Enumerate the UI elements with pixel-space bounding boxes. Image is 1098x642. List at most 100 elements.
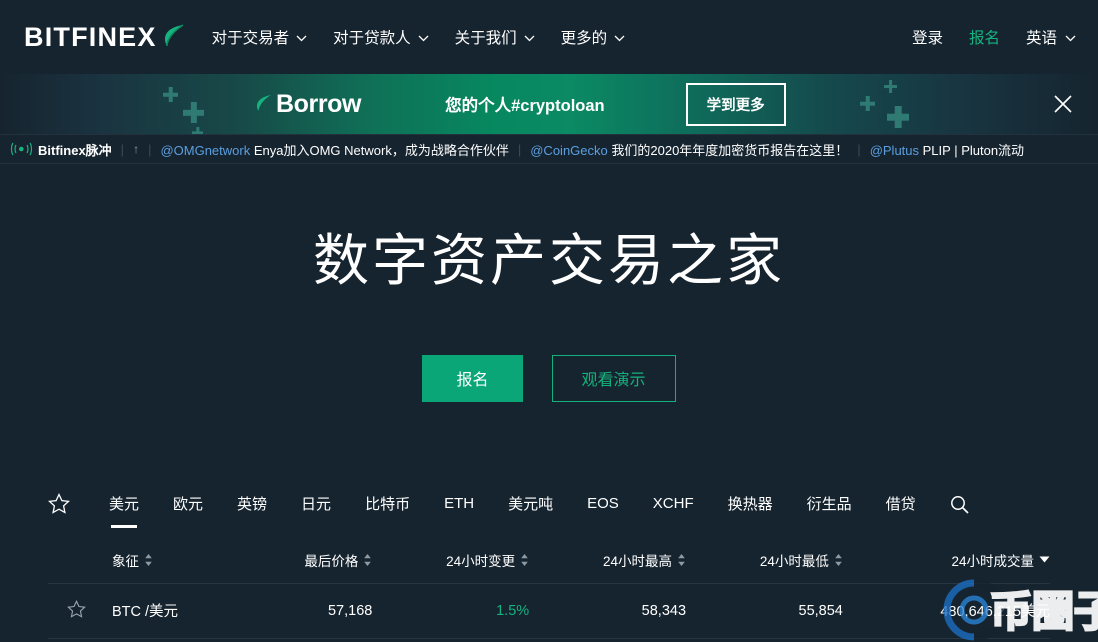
nav-item-more[interactable]: 更多的 [561, 26, 626, 48]
col-volume-24h[interactable]: 24小时成交量 [843, 542, 1050, 584]
tab-xchf[interactable]: XCHF [653, 495, 694, 520]
plus-decoration [192, 127, 203, 134]
logo-text: BITFINEX [24, 21, 157, 52]
ticker-text: Enya加入OMG Network，成为战略合作伙伴 [253, 142, 509, 158]
ticker-divider: | [120, 141, 125, 157]
col-last-price[interactable]: 最后价格 [244, 542, 372, 584]
cell-volume-24h: 480,646,215美元 [842, 582, 1050, 639]
news-ticker[interactable]: Bitfinex脉冲 | ↑ | @OMGnetwork Enya加入OMG N… [0, 134, 1098, 164]
col-high-24h[interactable]: 24小时最高 [529, 542, 686, 584]
signup-link[interactable]: 报名 [969, 26, 1000, 48]
favorite-cell[interactable] [48, 582, 104, 639]
ticker-item[interactable]: @Plutus PLIP | Pluton流动 [870, 140, 1024, 159]
page-title: 数字资产交易之家 [313, 229, 785, 292]
tab-jpy[interactable]: 日元 [301, 493, 331, 522]
tab-ust[interactable]: 美元吨 [508, 493, 553, 522]
col-label: 24小时变更 [446, 553, 516, 569]
market-table: 象征 最后价格 24小时变更 24小时最高 24小时最低 24小时成交量 BTC… [48, 542, 1050, 642]
promo-banner: Borrow 您的个人#cryptoloan 学到更多 [0, 74, 1098, 134]
watch-demo-button[interactable]: 观看演示 [551, 354, 676, 402]
cell-change-24h: 1.5% [372, 582, 530, 639]
cell-volume-24h: 247,698,723美元 [842, 637, 1050, 642]
tab-exchanger[interactable]: 换热器 [728, 493, 773, 522]
nav-label: 关于我们 [454, 30, 517, 47]
chevron-down-icon [296, 35, 307, 42]
cell-symbol: ETH /美元 [104, 637, 244, 642]
ticker-arrow: ↑ [133, 142, 140, 156]
header-actions: 登录 报名 英语 [912, 26, 1076, 48]
col-label: 24小时最高 [602, 553, 673, 569]
sort-desc-icon [1039, 556, 1050, 563]
hero-actions: 报名 观看演示 [0, 354, 1098, 402]
table-row[interactable]: BTC /美元 57,168 1.5% 58,343 55,854 480,64… [48, 582, 1050, 639]
star-icon[interactable] [48, 493, 70, 514]
bitfinex-logo[interactable]: BITFINEX [24, 22, 184, 53]
nav-item-for-traders[interactable]: 对于交易者 [212, 26, 308, 48]
main-nav: 对于交易者 对于贷款人 关于我们 更多的 [212, 26, 626, 48]
cell-last-price: 57,168 [243, 582, 373, 639]
cell-low-24h: 3,281.0 [686, 637, 843, 642]
chevron-down-icon [524, 35, 535, 42]
sort-icon [521, 553, 528, 566]
table-row[interactable]: ETH /美元 3,475.0 4.1% 3,542.0 3,281.0 247… [48, 637, 1050, 642]
ticker-item[interactable]: @OMGnetwork Enya加入OMG Network，成为战略合作伙伴 [160, 140, 508, 159]
nav-label: 更多的 [560, 30, 608, 47]
ticker-handle[interactable]: @CoinGecko [530, 143, 608, 158]
col-symbol[interactable]: 象征 [104, 542, 244, 584]
ticker-text: PLIP | Pluton流动 [922, 142, 1025, 158]
market-tabs: 美元 欧元 英镑 日元 比特币 ETH 美元吨 EOS XCHF 换热器 衍生品… [48, 480, 1050, 528]
ticker-text: 我们的2020年年度加密货币报告在这里！ [611, 142, 849, 158]
cell-symbol: BTC /美元 [104, 582, 244, 639]
chevron-down-icon [418, 35, 429, 42]
leaf-icon [164, 24, 184, 47]
learn-more-button[interactable]: 学到更多 [685, 82, 786, 126]
tab-eur[interactable]: 欧元 [173, 493, 203, 522]
ticker-item[interactable]: @CoinGecko 我们的2020年年度加密货币报告在这里！ [530, 140, 848, 159]
sort-icon [678, 553, 685, 566]
borrow-brand: Borrow [255, 89, 362, 119]
tab-eos[interactable]: EOS [587, 495, 619, 520]
col-change-24h[interactable]: 24小时变更 [372, 542, 529, 584]
col-label: 最后价格 [304, 553, 359, 569]
hero-section: 数字资产交易之家 报名 观看演示 [0, 164, 1098, 402]
col-label: 象征 [112, 553, 139, 569]
tab-derivatives[interactable]: 衍生品 [807, 493, 852, 522]
language-selector[interactable]: 英语 [1026, 26, 1076, 48]
tab-usd[interactable]: 美元 [109, 493, 139, 522]
ticker-handle[interactable]: @Plutus [870, 143, 919, 158]
favorite-cell[interactable] [48, 637, 104, 642]
nav-label: 对于贷款人 [333, 30, 411, 47]
signup-button[interactable]: 报名 [422, 354, 523, 402]
cell-change-24h: 4.1% [372, 637, 530, 642]
tab-lending[interactable]: 借贷 [886, 493, 916, 522]
site-header: BITFINEX 对于交易者 对于贷款人 关于我们 更多的 登录 报名 英语 [0, 0, 1098, 74]
nav-item-about-us[interactable]: 关于我们 [455, 26, 535, 48]
ticker-handle[interactable]: @OMGnetwork [160, 143, 250, 158]
tab-btc[interactable]: 比特币 [365, 493, 410, 522]
leaf-icon [257, 94, 271, 111]
col-label: 24小时成交量 [951, 553, 1034, 569]
ticker-divider: | [517, 141, 522, 157]
close-icon[interactable] [1050, 91, 1076, 117]
promo-tagline: 您的个人#cryptoloan [445, 97, 605, 115]
pulse-icon [10, 142, 32, 156]
star-icon[interactable] [66, 599, 86, 618]
col-low-24h[interactable]: 24小时最低 [686, 542, 843, 584]
ticker-divider: | [857, 141, 861, 157]
borrow-label: Borrow [276, 89, 362, 118]
ticker-brand: Bitfinex脉冲 [38, 142, 112, 158]
tab-eth[interactable]: ETH [444, 495, 474, 520]
language-label: 英语 [1025, 30, 1057, 47]
nav-label: 对于交易者 [211, 30, 290, 47]
nav-item-for-lenders[interactable]: 对于贷款人 [333, 26, 429, 48]
cell-low-24h: 55,854 [686, 582, 843, 639]
col-favorite [48, 542, 104, 584]
chevron-down-icon [1065, 35, 1076, 42]
tab-gbp[interactable]: 英镑 [237, 493, 267, 522]
sort-icon [145, 553, 152, 566]
market-section: 美元 欧元 英镑 日元 比特币 ETH 美元吨 EOS XCHF 换热器 衍生品… [0, 480, 1098, 642]
sort-icon [364, 553, 372, 566]
cell-last-price: 3,475.0 [243, 637, 373, 642]
search-icon[interactable] [950, 495, 969, 514]
login-link[interactable]: 登录 [912, 26, 943, 48]
